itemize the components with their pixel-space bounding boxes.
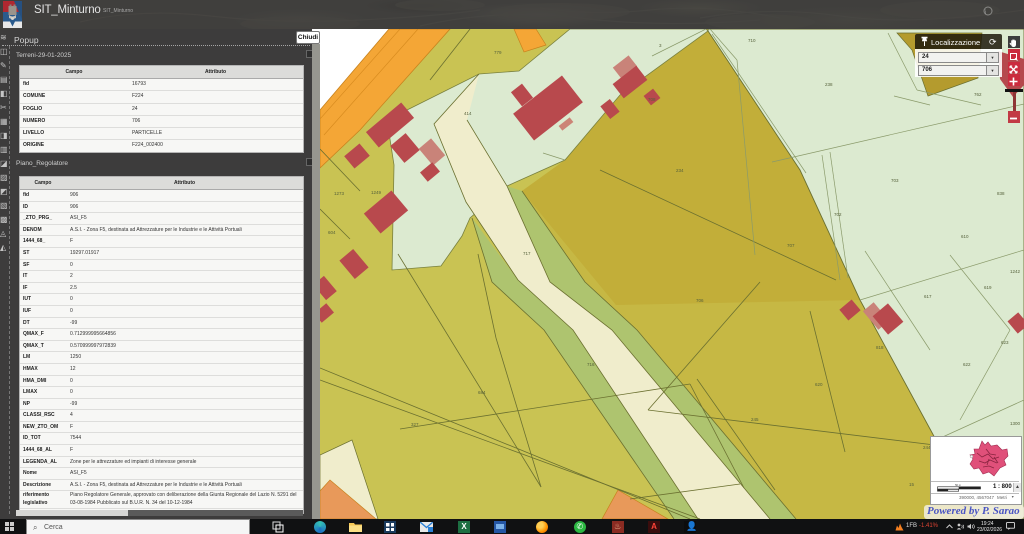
svg-text:i: i [985, 10, 986, 16]
svg-text:717: 717 [523, 251, 531, 256]
svg-text:818: 818 [876, 345, 884, 350]
svg-text:1249: 1249 [371, 190, 382, 195]
svg-text:238: 238 [825, 82, 833, 87]
svg-text:1242: 1242 [1010, 269, 1021, 274]
svg-text:838: 838 [997, 191, 1005, 196]
svg-text:779: 779 [494, 50, 502, 55]
svg-text:15: 15 [909, 482, 915, 487]
svg-text:414: 414 [464, 111, 472, 116]
svg-text:710: 710 [748, 38, 756, 43]
svg-text:234: 234 [676, 168, 684, 173]
svg-text:245: 245 [751, 417, 759, 422]
svg-text:623: 623 [1001, 340, 1009, 345]
svg-text:327: 327 [411, 422, 419, 427]
svg-text:610: 610 [961, 234, 969, 239]
svg-text:622: 622 [963, 362, 971, 367]
svg-text:684: 684 [478, 390, 486, 395]
svg-text:702: 702 [834, 212, 842, 217]
svg-text:619: 619 [984, 285, 992, 290]
svg-text:620: 620 [815, 382, 823, 387]
svg-text:762: 762 [974, 92, 982, 97]
svg-text:707: 707 [787, 243, 795, 248]
svg-text:706: 706 [696, 298, 704, 303]
svg-text:617: 617 [924, 294, 932, 299]
svg-text:604: 604 [328, 230, 336, 235]
svg-text:1273: 1273 [334, 191, 345, 196]
svg-text:708: 708 [648, 97, 656, 102]
svg-text:703: 703 [891, 178, 899, 183]
svg-text:1300: 1300 [1010, 421, 1021, 426]
svg-text:716: 716 [587, 362, 595, 367]
